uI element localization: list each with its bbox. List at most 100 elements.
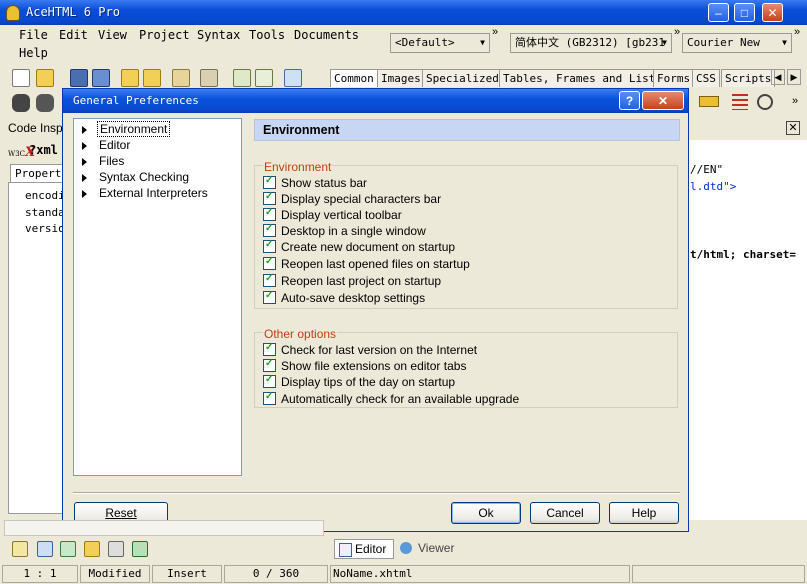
horizontal-scrollbar[interactable]	[4, 520, 324, 536]
checkbox-checked-icon[interactable]	[263, 174, 276, 190]
menu-edit[interactable]: Edit	[59, 28, 88, 42]
close-button[interactable]: ✕	[762, 3, 783, 22]
tree-item-editor[interactable]: Editor	[82, 137, 132, 153]
reopen-last-files-checkbox[interactable]: Reopen last opened files on startup	[263, 255, 470, 273]
reopen-last-project-checkbox[interactable]: Reopen last project on startup	[263, 272, 441, 290]
expand-arrow-icon[interactable]	[82, 157, 87, 166]
tab-specialized[interactable]: Specialized	[422, 69, 503, 87]
clipboard-icon[interactable]	[200, 69, 218, 87]
encoding-combo[interactable]: 简体中文 (GB2312) [gb231 ▼	[510, 33, 672, 53]
expand-arrow-icon[interactable]	[82, 173, 87, 182]
auto-save-desktop-checkbox[interactable]: Auto-save desktop settings	[263, 289, 425, 307]
menu-project[interactable]: Project	[139, 28, 190, 42]
cancel-button[interactable]: Cancel	[530, 502, 600, 524]
chevron-right-icon[interactable]: »	[674, 26, 680, 38]
menu-help[interactable]: Help	[19, 46, 48, 60]
tab-tables-frames-lists[interactable]: Tables, Frames and Lists	[499, 69, 666, 87]
checkbox-checked-icon[interactable]	[263, 255, 276, 271]
tab-common[interactable]: Common	[330, 69, 378, 87]
expand-arrow-icon[interactable]	[82, 189, 87, 198]
sitemap-icon[interactable]	[60, 541, 76, 557]
show-file-extensions-checkbox[interactable]: Show file extensions on editor tabs	[263, 357, 467, 375]
chevron-right-icon[interactable]: »	[492, 26, 498, 38]
menu-tools[interactable]: Tools	[249, 28, 285, 42]
tree-item-environment[interactable]: Environment	[82, 121, 171, 137]
tab-forms[interactable]: Forms	[653, 69, 695, 87]
save-icon[interactable]	[70, 69, 88, 87]
tree-item-label: Editor	[99, 138, 131, 152]
display-special-chars-checkbox[interactable]: Display special characters bar	[263, 190, 441, 208]
tab-editor[interactable]: Editor	[334, 539, 394, 559]
checkbox-checked-icon[interactable]	[263, 341, 276, 357]
checkbox-checked-icon[interactable]	[263, 206, 276, 222]
minimize-button[interactable]: –	[708, 3, 729, 22]
download-icon[interactable]	[172, 69, 190, 87]
chevron-right-icon[interactable]: »	[792, 95, 798, 107]
close-icon[interactable]: ✕	[642, 91, 684, 110]
checkbox-checked-icon[interactable]	[263, 390, 276, 406]
ok-button[interactable]: Ok	[451, 502, 521, 524]
code-editor[interactable]	[688, 140, 807, 520]
tab-scripts[interactable]: Scripts	[721, 69, 776, 87]
font-value: Courier New	[687, 36, 760, 49]
font-combo[interactable]: Courier New ▼	[682, 33, 792, 53]
help-icon[interactable]: ?	[619, 91, 640, 110]
tab-properties[interactable]: Properti	[10, 164, 68, 182]
new-file-icon[interactable]	[12, 69, 30, 87]
scroll-left-icon[interactable]: ◀	[771, 69, 785, 85]
open-project-icon[interactable]	[121, 69, 139, 87]
tools-icon[interactable]	[108, 541, 124, 557]
chevron-right-icon[interactable]: »	[794, 26, 800, 38]
menu-documents[interactable]: Documents	[294, 28, 359, 42]
display-vertical-toolbar-checkbox[interactable]: Display vertical toolbar	[263, 206, 402, 224]
tab-images[interactable]: Images	[377, 69, 425, 87]
help-button[interactable]: Help	[609, 502, 679, 524]
find-next-icon[interactable]	[36, 94, 54, 112]
checkbox-checked-icon[interactable]	[263, 289, 276, 305]
folder-icon[interactable]	[143, 69, 161, 87]
ruler-icon[interactable]	[699, 96, 719, 107]
doctype-combo[interactable]: <Default> ▼	[390, 33, 490, 53]
add-icon[interactable]	[132, 541, 148, 557]
expand-arrow-icon[interactable]	[82, 125, 87, 134]
find-icon[interactable]	[284, 69, 302, 87]
menu-view[interactable]: View	[98, 28, 127, 42]
checkbox-checked-icon[interactable]	[263, 222, 276, 238]
checkbox-checked-icon[interactable]	[263, 272, 276, 288]
tree-item-files[interactable]: Files	[82, 153, 126, 169]
checkbox-label: Show file extensions on editor tabs	[281, 359, 467, 373]
document-icon[interactable]	[37, 541, 53, 557]
checklist-icon[interactable]	[255, 69, 273, 87]
binoculars-icon[interactable]	[12, 94, 30, 112]
menu-file[interactable]: File	[19, 28, 48, 42]
open-folder-icon[interactable]	[36, 69, 54, 87]
auto-check-upgrade-checkbox[interactable]: Automatically check for an available upg…	[263, 390, 519, 408]
notes-icon[interactable]	[12, 541, 28, 557]
checkbox-checked-icon[interactable]	[263, 238, 276, 254]
document-check-icon[interactable]	[233, 69, 251, 87]
desktop-single-window-checkbox[interactable]: Desktop in a single window	[263, 222, 426, 240]
checkbox-checked-icon[interactable]	[263, 190, 276, 206]
check-last-version-checkbox[interactable]: Check for last version on the Internet	[263, 341, 477, 359]
gears-icon[interactable]	[757, 94, 773, 110]
save-all-icon[interactable]	[92, 69, 110, 87]
checkbox-checked-icon[interactable]	[263, 373, 276, 389]
tree-item-external-interpreters[interactable]: External Interpreters	[82, 185, 210, 201]
tree-item-syntax-checking[interactable]: Syntax Checking	[82, 169, 191, 185]
browse-icon[interactable]	[84, 541, 100, 557]
checkbox-checked-icon[interactable]	[263, 357, 276, 373]
list-icon[interactable]	[732, 94, 748, 110]
tree-item-label: External Interpreters	[99, 186, 208, 200]
tab-css[interactable]: CSS	[692, 69, 720, 87]
tips-of-the-day-checkbox[interactable]: Display tips of the day on startup	[263, 373, 455, 391]
menu-syntax[interactable]: Syntax	[197, 28, 240, 42]
tab-viewer[interactable]: Viewer	[396, 539, 456, 559]
checkbox-label: Display vertical toolbar	[281, 208, 402, 222]
scroll-right-icon[interactable]: ▶	[787, 69, 801, 85]
show-status-bar-checkbox[interactable]: Show status bar	[263, 174, 367, 192]
create-new-document-checkbox[interactable]: Create new document on startup	[263, 238, 455, 256]
close-icon[interactable]: ✕	[786, 121, 800, 135]
editor-line: //EN"	[690, 163, 724, 176]
expand-arrow-icon[interactable]	[82, 141, 87, 150]
maximize-button[interactable]: □	[734, 3, 755, 22]
